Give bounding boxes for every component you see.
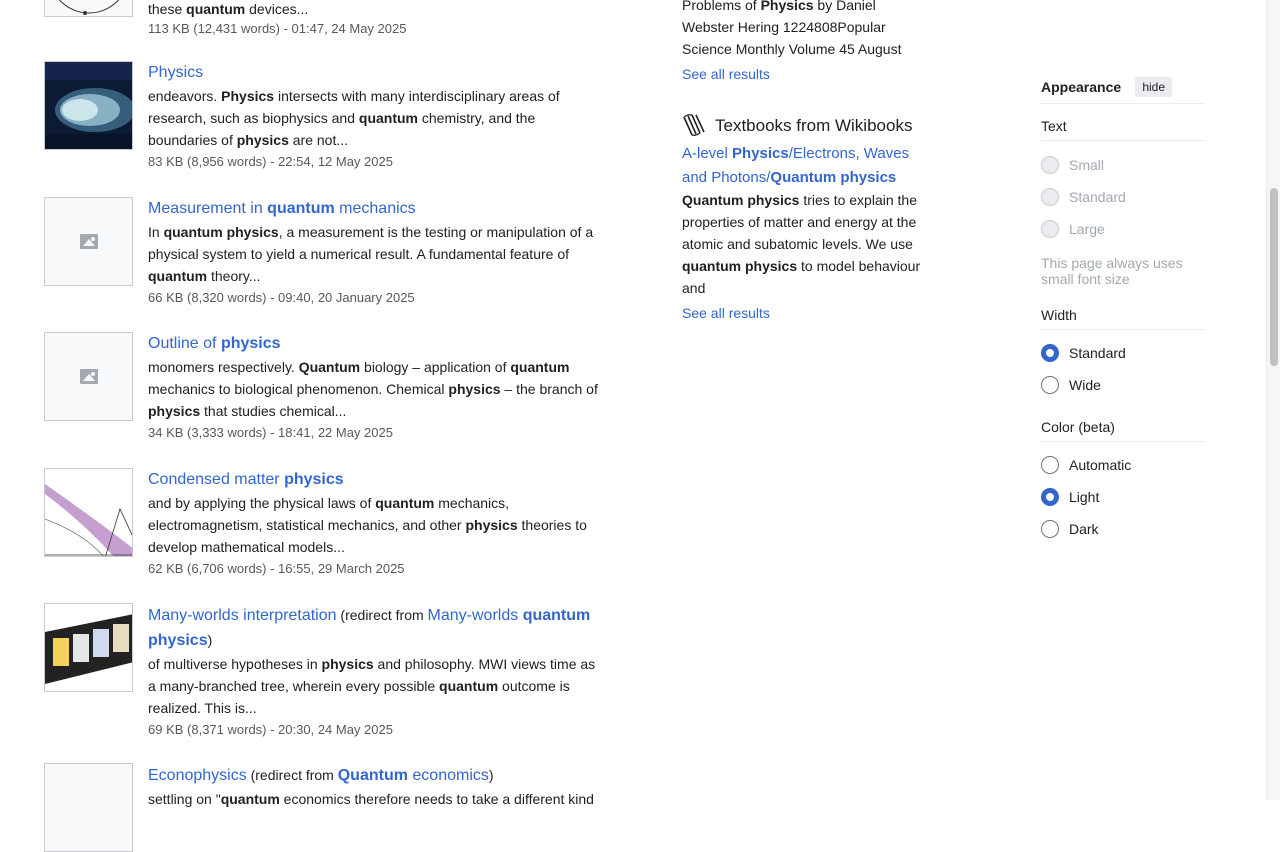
result-thumbnail[interactable] [44,603,133,692]
circle-diagram-image [58,0,120,15]
result-title-link[interactable]: Econophysics [148,767,247,784]
phase-diagram-image [45,469,132,556]
result-title-link[interactable]: Measurement in quantum mechanics [148,200,416,217]
appearance-panel: Appearance hide Text Small Standard Larg… [1041,74,1205,545]
result-meta: 34 KB (3,333 words) - 18:41, 22 May 2025 [148,425,393,440]
hide-appearance-button[interactable]: hide [1135,77,1172,97]
film-strip-image [45,604,132,691]
text-size-option-large: Large [1041,213,1205,245]
result-snippet: settling on "quantum economics therefore… [148,791,594,807]
radio-button [1041,220,1059,238]
result-title-link[interactable]: Many-worlds interpretation [148,607,337,624]
text-size-option-small: Small [1041,149,1205,181]
color-label: Color (beta) [1041,419,1205,442]
width-label: Width [1041,307,1205,330]
result-snippet: endeavors. Physics intersects with many … [148,88,560,148]
result-thumbnail-placeholder[interactable] [44,197,133,286]
wikibooks-snippet: Quantum physics tries to explain the pro… [682,192,921,296]
color-option-automatic[interactable]: Automatic [1041,449,1205,481]
wikibooks-heading: Textbooks from Wikibooks [682,113,932,139]
wikibooks-see-all-link[interactable]: See all results [682,302,770,324]
color-option-light[interactable]: Light [1041,481,1205,513]
text-size-note: This page always uses small font size [1041,255,1183,287]
result-thumbnail[interactable] [44,468,133,557]
page-scrollbar[interactable] [1266,0,1280,800]
wikibooks-logo-icon [683,114,705,136]
result-snippet: In quantum physics, a measurement is the… [148,224,594,284]
wikibooks-result-link[interactable]: A-level Physics/Electrons, Waves and Pho… [682,145,909,186]
radio-button[interactable] [1041,456,1059,474]
redirect-link[interactable]: Quantum economics [338,767,489,784]
redirect-note: (redirect from Quantum economics) [246,767,494,784]
result-title-link[interactable]: Condensed matter physics [148,471,344,488]
result-thumbnail[interactable] [44,0,133,17]
result-thumbnail-placeholder[interactable] [44,763,133,852]
result-meta: 66 KB (8,320 words) - 09:40, 20 January … [148,290,415,305]
result-title-link[interactable]: Physics [148,64,203,81]
radio-button [1041,188,1059,206]
result-snippet: and by applying the physical laws of qua… [148,495,587,555]
radio-button-selected[interactable] [1041,488,1059,506]
result-title-link[interactable]: Outline of physics [148,335,281,352]
appearance-title: Appearance [1041,79,1122,95]
wikisource-snippet: Problems of Physics by Daniel Webster He… [682,0,902,57]
radio-button [1041,156,1059,174]
text-size-label: Text [1041,118,1205,141]
result-thumbnail[interactable] [44,61,133,150]
physics-infographic-image [45,62,132,149]
color-option-dark[interactable]: Dark [1041,513,1205,545]
result-meta: 113 KB (12,431 words) - 01:47, 24 May 20… [148,21,407,36]
text-size-option-standard: Standard [1041,181,1205,213]
width-option-standard[interactable]: Standard [1041,337,1205,369]
image-placeholder-icon [79,234,98,249]
wikisource-see-all-link[interactable]: See all results [682,63,770,85]
result-snippet: these quantum devices... [148,1,309,17]
radio-button-selected[interactable] [1041,344,1059,362]
result-snippet: monomers respectively. Quantum biology –… [148,359,598,419]
result-meta: 62 KB (6,706 words) - 16:55, 29 March 20… [148,561,405,576]
radio-button[interactable] [1041,376,1059,394]
radio-button[interactable] [1041,520,1059,538]
result-meta: 69 KB (8,371 words) - 20:30, 24 May 2025 [148,722,393,737]
result-meta: 83 KB (8,956 words) - 22:54, 12 May 2025 [148,154,393,169]
width-option-wide[interactable]: Wide [1041,369,1205,401]
image-placeholder-icon [79,369,98,384]
result-snippet: of multiverse hypotheses in physics and … [148,656,596,716]
scrollbar-thumb[interactable] [1270,188,1278,366]
result-thumbnail-placeholder[interactable] [44,332,133,421]
